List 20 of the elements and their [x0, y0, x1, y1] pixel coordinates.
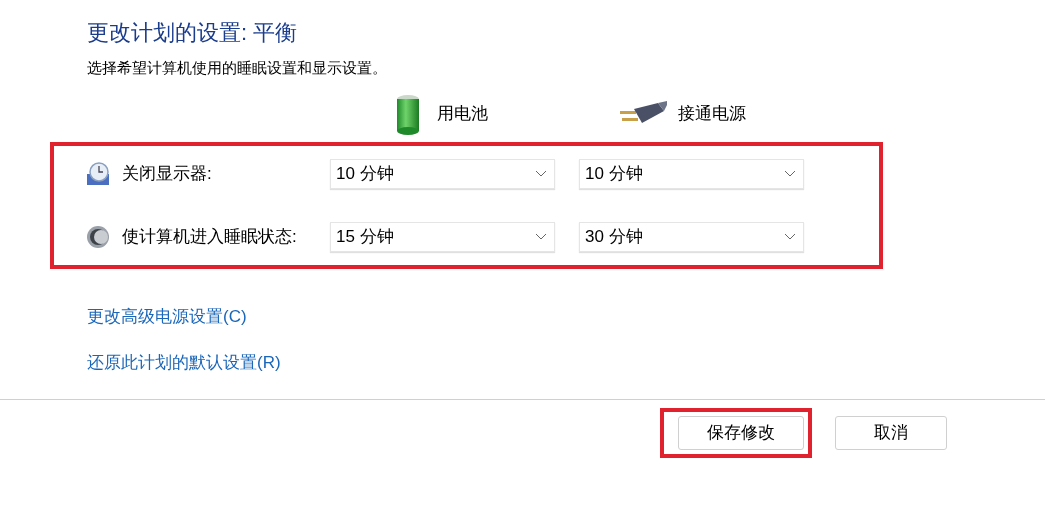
- dropdown[interactable]: 15 分钟: [330, 222, 555, 252]
- chevron-down-icon: [784, 233, 796, 241]
- setting-label: 关闭显示器:: [122, 163, 213, 186]
- dropdown[interactable]: 10 分钟: [330, 159, 555, 189]
- column-heading: 接通电源: [678, 103, 746, 126]
- link[interactable]: 还原此计划的默认设置(R): [87, 351, 281, 375]
- chevron-down-icon: [535, 170, 547, 178]
- chevron-down-icon: [535, 233, 547, 241]
- column-heading: 用电池: [437, 103, 488, 126]
- clock-monitor-icon: [86, 162, 110, 186]
- dropdown[interactable]: 10 分钟: [579, 159, 804, 189]
- moon-icon: [86, 225, 110, 249]
- dropdown[interactable]: 30 分钟: [579, 222, 804, 252]
- page-description: 选择希望计算机使用的睡眠设置和显示设置。: [87, 58, 388, 78]
- setting-label: 使计算机进入睡眠状态:: [122, 226, 298, 249]
- link[interactable]: 更改高级电源设置(C): [87, 305, 247, 329]
- dialog-button[interactable]: 取消: [835, 416, 947, 450]
- page-title: 更改计划的设置: 平衡: [87, 19, 299, 47]
- chevron-down-icon: [784, 170, 796, 178]
- dialog-button[interactable]: 保存修改: [678, 416, 804, 450]
